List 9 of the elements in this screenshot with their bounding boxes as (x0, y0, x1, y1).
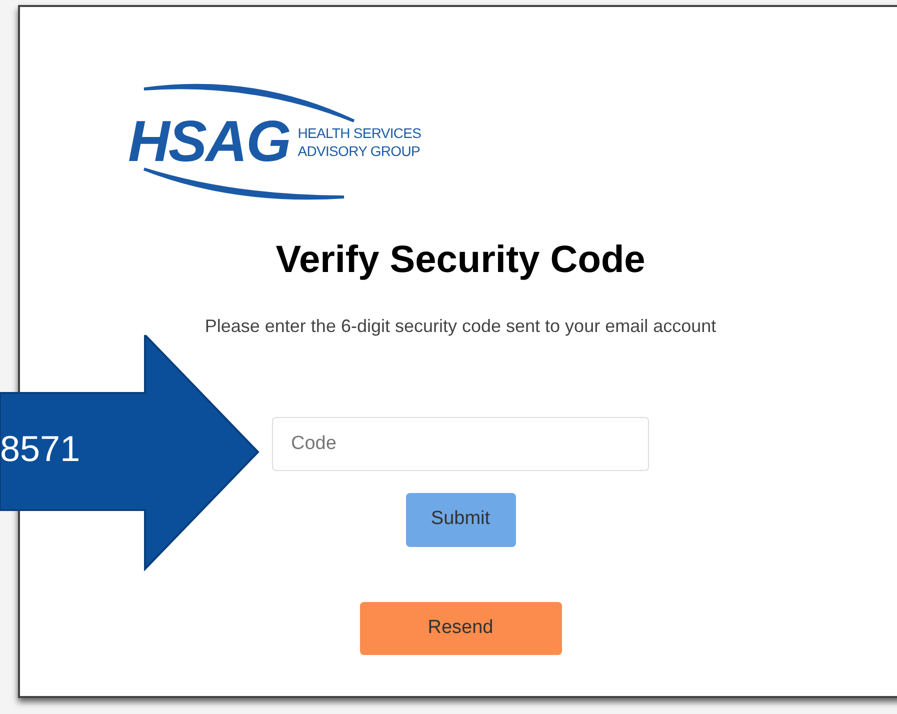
logo-mark: HSAG (128, 112, 290, 170)
instructions-text: Please enter the 6-digit security code sent to your email account (204, 314, 716, 338)
submit-button[interactable]: Submit (406, 492, 516, 546)
logo-name: ADVISORY GROUP (298, 142, 421, 160)
resend-button[interactable]: Resend (360, 602, 562, 654)
logo-name: HEALTH SERVICES (298, 124, 422, 142)
page-title: Verify Security Code (276, 238, 646, 283)
callout-text: 8571 (0, 431, 80, 467)
code-field[interactable]: Code (272, 416, 649, 470)
